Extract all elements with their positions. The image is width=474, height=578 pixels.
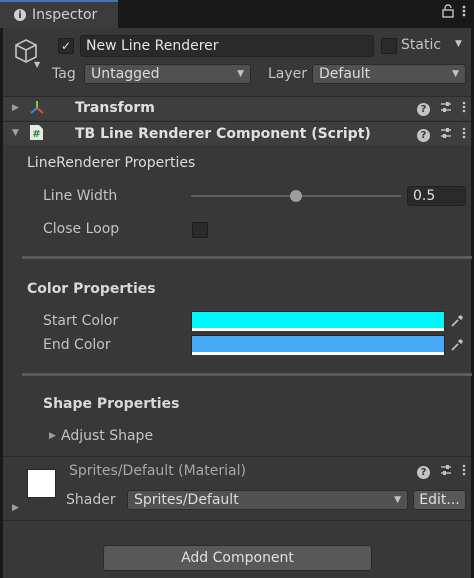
shape-section-title: Shape Properties	[43, 396, 180, 412]
line-width-field[interactable]: 0.5	[407, 186, 466, 206]
transform-icon	[28, 99, 46, 121]
active-checkbox[interactable]: ✓	[58, 38, 74, 54]
presets-icon[interactable]	[440, 464, 452, 480]
icon-dropdown-arrow-icon[interactable]: ▼	[34, 60, 40, 69]
transform-header[interactable]	[3, 96, 471, 120]
static-label: Static	[401, 37, 442, 53]
transform-foldout-icon[interactable]: ▶	[12, 103, 19, 113]
chevron-down-icon: ▼	[394, 495, 401, 505]
start-color-swatch	[192, 312, 444, 328]
static-dropdown-arrow-icon[interactable]: ▼	[455, 39, 462, 49]
start-color-label: Start Color	[43, 313, 119, 329]
layer-label: Layer	[268, 66, 308, 82]
svg-text:#: #	[32, 129, 40, 140]
tag-dropdown[interactable]: Untagged ▼	[84, 64, 251, 84]
context-menu-icon[interactable]	[462, 464, 466, 480]
linerenderer-section-title: LineRenderer Properties	[27, 155, 196, 171]
start-color-field[interactable]	[191, 311, 445, 331]
context-menu-icon[interactable]	[462, 101, 466, 117]
shader-dropdown[interactable]: Sprites/Default ▼	[127, 490, 408, 510]
tab-inspector[interactable]: i Inspector	[0, 0, 118, 28]
shader-value: Sprites/Default	[134, 492, 239, 508]
layer-dropdown[interactable]: Default ▼	[312, 64, 466, 84]
context-menu-icon[interactable]	[462, 127, 466, 143]
adjust-shape-label[interactable]: Adjust Shape	[61, 428, 153, 444]
layer-value: Default	[319, 66, 371, 82]
help-icon[interactable]: ?	[417, 102, 430, 116]
edit-shader-button[interactable]: Edit...	[413, 490, 466, 510]
presets-icon[interactable]	[440, 101, 452, 117]
object-name-field[interactable]: New Line Renderer	[80, 35, 374, 57]
color-section-title: Color Properties	[27, 281, 156, 297]
tag-label: Tag	[52, 66, 76, 82]
static-checkbox[interactable]	[381, 38, 397, 54]
help-icon[interactable]: ?	[417, 128, 430, 142]
tag-value: Untagged	[91, 66, 160, 82]
close-loop-label: Close Loop	[43, 221, 120, 237]
end-color-field[interactable]	[191, 335, 445, 355]
tab-tools	[442, 4, 466, 22]
material-tools: ?	[417, 464, 466, 480]
info-icon: i	[14, 9, 26, 21]
script-tools: ?	[417, 127, 466, 143]
close-loop-checkbox[interactable]	[192, 222, 208, 238]
transform-title[interactable]: Transform	[75, 100, 155, 116]
line-width-slider-thumb[interactable]	[290, 190, 302, 202]
separator	[3, 520, 471, 521]
tab-label: Inspector	[32, 7, 98, 23]
transform-tools: ?	[417, 101, 466, 117]
script-foldout-icon[interactable]: ▼	[12, 128, 19, 138]
adjust-shape-foldout-icon[interactable]: ▶	[49, 431, 56, 441]
start-color-eyedropper-icon[interactable]	[448, 312, 466, 330]
alpha-strip	[192, 352, 444, 355]
shader-label: Shader	[66, 492, 116, 508]
presets-icon[interactable]	[440, 127, 452, 143]
help-icon[interactable]: ?	[417, 465, 430, 479]
script-title[interactable]: TB Line Renderer Component (Script)	[75, 126, 371, 142]
chevron-down-icon: ▼	[452, 69, 459, 79]
alpha-strip	[192, 328, 444, 331]
section-divider	[22, 256, 472, 259]
lock-icon[interactable]	[442, 4, 454, 22]
checkmark-icon: ✓	[60, 39, 72, 53]
menu-icon[interactable]	[462, 4, 466, 22]
script-icon: #	[29, 124, 44, 145]
end-color-label: End Color	[43, 337, 111, 353]
add-component-button[interactable]: Add Component	[103, 545, 372, 571]
chevron-down-icon: ▼	[237, 69, 244, 79]
material-foldout-icon[interactable]: ▶	[12, 503, 19, 513]
section-divider	[22, 373, 472, 376]
end-color-eyedropper-icon[interactable]	[448, 336, 466, 354]
material-title: Sprites/Default (Material)	[69, 463, 246, 479]
end-color-swatch	[192, 336, 444, 352]
line-width-label: Line Width	[43, 188, 118, 204]
material-preview[interactable]	[27, 469, 56, 498]
